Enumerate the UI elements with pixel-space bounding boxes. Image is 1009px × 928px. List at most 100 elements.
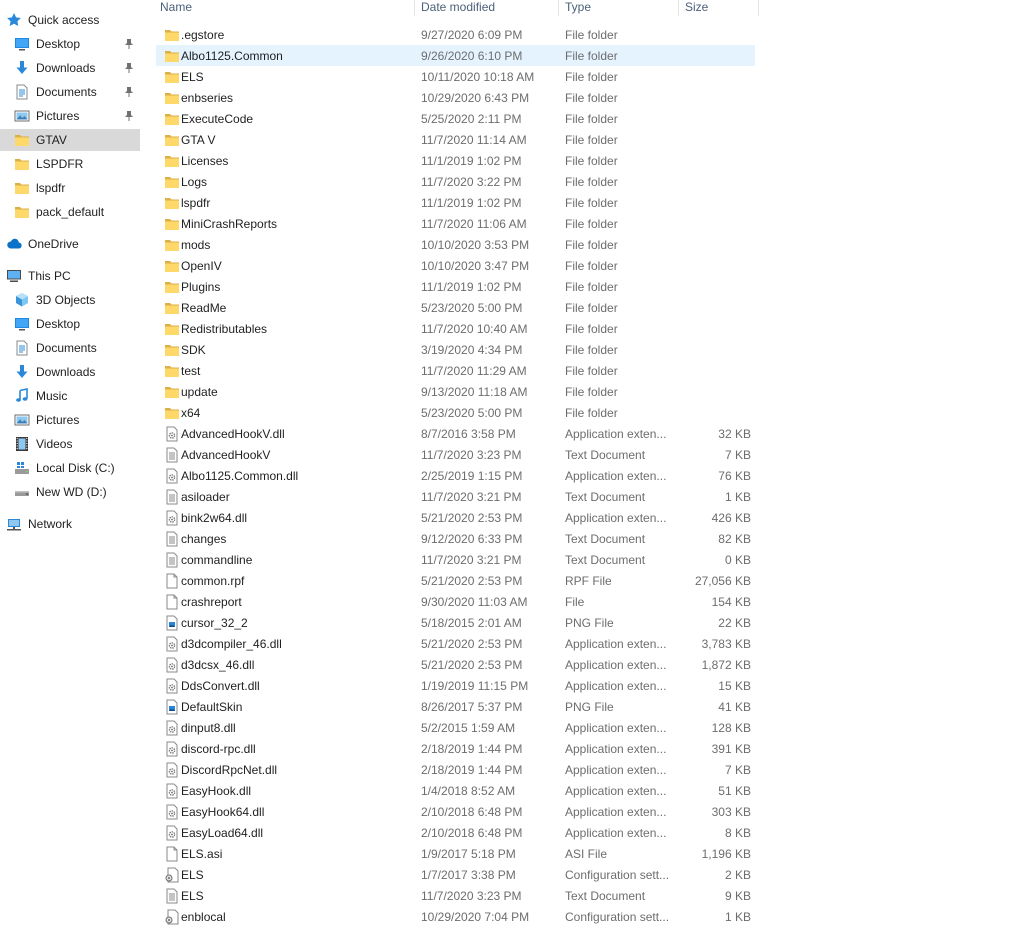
file-row[interactable]: d3dcompiler_46.dll 5/21/2020 2:53 PM Appli… bbox=[156, 633, 755, 654]
nav-desktop[interactable]: Desktop bbox=[0, 33, 140, 55]
file-row[interactable]: EasyHook.dll 1/4/2018 8:52 AM Application … bbox=[156, 780, 755, 801]
file-name: common.rpf bbox=[181, 574, 245, 588]
file-row[interactable]: AdvancedHookV 11/7/2020 3:23 PM Text Docum… bbox=[156, 444, 755, 465]
pin-icon[interactable] bbox=[124, 110, 134, 122]
column-divider[interactable] bbox=[678, 0, 679, 16]
pin-icon[interactable] bbox=[124, 62, 134, 74]
file-type: Configuration sett... bbox=[565, 910, 670, 924]
file-row[interactable]: commandline 11/7/2020 3:21 PM Text Documen… bbox=[156, 549, 755, 570]
file-name: bink2w64.dll bbox=[181, 511, 248, 525]
nav-this-pc[interactable]: This PC bbox=[0, 265, 140, 287]
nav-item-label: Documents bbox=[36, 341, 97, 355]
nav-pc-pictures[interactable]: Pictures bbox=[0, 409, 140, 431]
file-row[interactable]: discord-rpc.dll 2/18/2019 1:44 PM Applicat… bbox=[156, 738, 755, 759]
file-type: Text Document bbox=[565, 889, 646, 903]
column-divider[interactable] bbox=[414, 0, 415, 16]
text-file-icon bbox=[164, 888, 180, 904]
file-row[interactable]: d3dcsx_46.dll 5/21/2020 2:53 PM Applicatio… bbox=[156, 654, 755, 675]
file-row[interactable]: asiloader 11/7/2020 3:21 PM Text Document 1… bbox=[156, 486, 755, 507]
blank-file-icon bbox=[164, 594, 180, 610]
file-row[interactable]: MiniCrashReports 11/7/2020 11:06 AM File f… bbox=[156, 213, 755, 234]
file-row[interactable]: enblocal 10/29/2020 7:04 PM Configuration … bbox=[156, 906, 755, 927]
file-row[interactable]: DefaultSkin 8/26/2017 5:37 PM PNG File 41 K… bbox=[156, 696, 755, 717]
nav-local-disk-c[interactable]: Local Disk (C:) bbox=[0, 457, 140, 479]
nav-onedrive[interactable]: OneDrive bbox=[0, 233, 140, 255]
column-header-date-modified[interactable]: Date modified bbox=[421, 0, 495, 14]
file-row[interactable]: ELS 1/7/2017 3:38 PM Configuration sett...… bbox=[156, 864, 755, 885]
nav-music[interactable]: Music bbox=[0, 385, 140, 407]
file-row[interactable]: x64 5/23/2020 5:00 PM File folder bbox=[156, 402, 755, 423]
nav-documents[interactable]: Documents bbox=[0, 81, 140, 103]
file-row[interactable]: enbseries 10/29/2020 6:43 PM File folder bbox=[156, 87, 755, 108]
file-row[interactable]: ELS.asi 1/9/2017 5:18 PM ASI File 1,196 KB bbox=[156, 843, 755, 864]
file-row[interactable]: cursor_32_2 5/18/2015 2:01 AM PNG File 22 K… bbox=[156, 612, 755, 633]
file-row[interactable]: EasyHook64.dll 2/10/2018 6:48 PM Applicati… bbox=[156, 801, 755, 822]
file-row[interactable]: DdsConvert.dll 1/19/2019 11:15 PM Applicat… bbox=[156, 675, 755, 696]
file-date-modified: 8/26/2017 5:37 PM bbox=[421, 700, 523, 714]
pin-icon[interactable] bbox=[124, 38, 134, 50]
nav-downloads[interactable]: Downloads bbox=[0, 57, 140, 79]
nav-item-label: Music bbox=[36, 389, 68, 403]
file-row[interactable]: lspdfr 11/1/2019 1:02 PM File folder bbox=[156, 192, 755, 213]
text-file-icon bbox=[164, 489, 180, 505]
file-row[interactable]: Plugins 11/1/2019 1:02 PM File folder bbox=[156, 276, 755, 297]
file-row[interactable]: GTA V 11/7/2020 11:14 AM File folder bbox=[156, 129, 755, 150]
file-row[interactable]: ELS 10/11/2020 10:18 AM File folder bbox=[156, 66, 755, 87]
file-row[interactable]: crashreport 9/30/2020 11:03 AM File 154 KB bbox=[156, 591, 755, 612]
nav-3d-objects[interactable]: 3D Objects bbox=[0, 289, 140, 311]
nav-pictures[interactable]: Pictures bbox=[0, 105, 140, 127]
pin-icon[interactable] bbox=[124, 86, 134, 98]
nav-pack-default[interactable]: pack_default bbox=[0, 201, 140, 223]
nav-network[interactable]: Network bbox=[0, 513, 140, 535]
nav-videos[interactable]: Videos bbox=[0, 433, 140, 455]
file-row[interactable]: DiscordRpcNet.dll 2/18/2019 1:44 PM Applic… bbox=[156, 759, 755, 780]
file-row[interactable]: Albo1125.Common 9/26/2020 6:10 PM File fol… bbox=[156, 45, 755, 66]
nav-pc-downloads[interactable]: Downloads bbox=[0, 361, 140, 383]
file-date-modified: 11/7/2020 3:22 PM bbox=[421, 175, 522, 189]
nav-pc-desktop[interactable]: Desktop bbox=[0, 313, 140, 335]
file-type: Application exten... bbox=[565, 679, 667, 693]
file-name: update bbox=[181, 385, 218, 399]
nav-item-label: Network bbox=[28, 517, 73, 531]
file-row[interactable]: changes 9/12/2020 6:33 PM Text Document 82 … bbox=[156, 528, 755, 549]
nav-pc-documents[interactable]: Documents bbox=[0, 337, 140, 359]
file-row[interactable]: common.rpf 5/21/2020 2:53 PM RPF File 27,05… bbox=[156, 570, 755, 591]
file-row[interactable]: SDK 3/19/2020 4:34 PM File folder bbox=[156, 339, 755, 360]
nav-lspdfr-lower[interactable]: lspdfr bbox=[0, 177, 140, 199]
folder-icon bbox=[164, 321, 180, 337]
file-type: Text Document bbox=[565, 448, 646, 462]
file-row[interactable]: ELS 11/7/2020 3:23 PM Text Document 9 KB bbox=[156, 885, 755, 906]
file-row[interactable]: Logs 11/7/2020 3:22 PM File folder bbox=[156, 171, 755, 192]
dll-icon bbox=[164, 720, 180, 736]
file-row[interactable]: AdvancedHookV.dll 8/7/2016 3:58 PM Applica… bbox=[156, 423, 755, 444]
desktop-icon bbox=[14, 316, 30, 332]
file-date-modified: 5/21/2020 2:53 PM bbox=[421, 574, 523, 588]
file-date-modified: 11/7/2020 11:14 AM bbox=[421, 133, 527, 147]
column-divider[interactable] bbox=[758, 0, 759, 16]
file-row[interactable]: ReadMe 5/23/2020 5:00 PM File folder bbox=[156, 297, 755, 318]
file-row[interactable]: bink2w64.dll 5/21/2020 2:53 PM Application… bbox=[156, 507, 755, 528]
file-row[interactable]: Licenses 11/1/2019 1:02 PM File folder bbox=[156, 150, 755, 171]
file-row[interactable]: OpenIV 10/10/2020 3:47 PM File folder bbox=[156, 255, 755, 276]
nav-quick-access[interactable]: Quick access bbox=[0, 9, 140, 31]
nav-new-wd-d[interactable]: New WD (D:) bbox=[0, 481, 140, 503]
column-header-name[interactable]: Name bbox=[160, 0, 192, 14]
column-header-type[interactable]: Type bbox=[565, 0, 591, 14]
column-divider[interactable] bbox=[558, 0, 559, 16]
file-row[interactable]: Redistributables 11/7/2020 10:40 AM File f… bbox=[156, 318, 755, 339]
file-row[interactable]: dinput8.dll 5/2/2015 1:59 AM Application e… bbox=[156, 717, 755, 738]
file-row[interactable]: EasyLoad64.dll 2/10/2018 6:48 PM Applicati… bbox=[156, 822, 755, 843]
file-date-modified: 9/27/2020 6:09 PM bbox=[421, 28, 523, 42]
nav-gtav[interactable]: GTAV bbox=[0, 129, 140, 151]
file-date-modified: 2/10/2018 6:48 PM bbox=[421, 805, 523, 819]
file-row[interactable]: Albo1125.Common.dll 2/25/2019 1:15 PM Appl… bbox=[156, 465, 755, 486]
file-date-modified: 11/1/2019 1:02 PM bbox=[421, 154, 522, 168]
file-row[interactable]: update 9/13/2020 11:18 AM File folder bbox=[156, 381, 755, 402]
file-name: EasyHook64.dll bbox=[181, 805, 265, 819]
file-row[interactable]: .egstore 9/27/2020 6:09 PM File folder bbox=[156, 24, 755, 45]
nav-lspdfr[interactable]: LSPDFR bbox=[0, 153, 140, 175]
file-row[interactable]: test 11/7/2020 11:29 AM File folder bbox=[156, 360, 755, 381]
file-row[interactable]: ExecuteCode 5/25/2020 2:11 PM File folder bbox=[156, 108, 755, 129]
column-header-size[interactable]: Size bbox=[685, 0, 708, 14]
file-row[interactable]: mods 10/10/2020 3:53 PM File folder bbox=[156, 234, 755, 255]
